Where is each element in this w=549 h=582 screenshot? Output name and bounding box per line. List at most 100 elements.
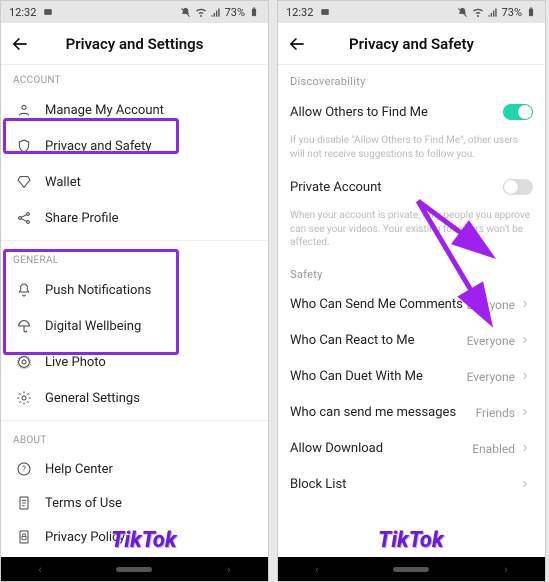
wifi-icon (472, 6, 484, 18)
row-label: Help Center (45, 462, 256, 477)
row-label: Privacy and Safety (45, 139, 256, 154)
row-label: Push Notifications (45, 283, 256, 298)
statusbar: 12:32 73% (278, 1, 545, 23)
row-label: Terms of Use (45, 496, 256, 511)
svg-text:?: ? (22, 465, 26, 474)
status-time: 12:32 (9, 6, 36, 19)
doc-icon (13, 492, 35, 514)
row-label: Manage My Account (45, 103, 256, 118)
row-manage-account[interactable]: Manage My Account (1, 92, 268, 128)
privacy-list[interactable]: Discoverability Allow Others to Find Me … (278, 65, 545, 557)
section-header-safety: Safety (278, 258, 545, 287)
nav-back-icon[interactable]: ‹ (315, 563, 318, 576)
share-icon (13, 207, 35, 229)
nav-recent-icon[interactable]: › (227, 563, 230, 576)
signal-icon (210, 6, 222, 18)
android-navbar: ‹ › (1, 557, 268, 581)
umbrella-icon (13, 315, 35, 337)
row-download[interactable]: Allow Download Enabled (278, 431, 545, 467)
row-privacy-safety[interactable]: Privacy and Safety (1, 128, 268, 164)
battery-pct: 73% (502, 6, 522, 19)
header: Privacy and Safety (278, 23, 545, 65)
statusbar: 12:32 73% (1, 1, 268, 23)
settings-list[interactable]: ACCOUNT Manage My Account Privacy and Sa… (1, 65, 268, 557)
page-title: Privacy and Safety (349, 35, 474, 53)
row-blocklist[interactable]: Block List (278, 467, 545, 503)
battery-icon (525, 6, 537, 18)
row-allow-find[interactable]: Allow Others to Find Me (278, 94, 545, 130)
chevron-right-icon (519, 298, 533, 312)
toggle-allow-find[interactable] (503, 104, 533, 120)
person-icon (13, 99, 35, 121)
section-header-general: GENERAL (1, 245, 268, 272)
row-value: Everyone (467, 370, 515, 384)
row-push-notifications[interactable]: Push Notifications (1, 272, 268, 308)
image-icon (319, 6, 331, 18)
battery-icon (248, 6, 260, 18)
divider (1, 240, 268, 241)
nav-recent-icon[interactable]: › (504, 563, 507, 576)
back-button[interactable] (286, 33, 308, 55)
screenshot-right: 12:32 73% Privacy and Safety Discoverabi… (277, 0, 546, 582)
divider (1, 420, 268, 421)
row-general-settings[interactable]: General Settings (1, 380, 268, 416)
shield-icon (13, 135, 35, 157)
row-value: Friends (476, 406, 515, 420)
row-label: Private Account (290, 180, 503, 195)
row-label: Allow Download (290, 441, 472, 456)
row-privacy-policy[interactable]: Privacy Policy (1, 520, 268, 554)
nav-home-icon[interactable] (393, 567, 429, 572)
status-time: 12:32 (286, 6, 313, 19)
section-header-about: ABOUT (1, 425, 268, 452)
aperture-icon (13, 351, 35, 373)
signal-icon (487, 6, 499, 18)
row-label: Live Photo (45, 355, 256, 370)
row-live-photo[interactable]: Live Photo (1, 344, 268, 380)
section-header-account: ACCOUNT (1, 65, 268, 92)
chevron-right-icon (519, 442, 533, 456)
row-label: Share Profile (45, 211, 256, 226)
nav-home-icon[interactable] (116, 567, 152, 572)
lockdoc-icon (13, 526, 35, 548)
toggle-private[interactable] (503, 179, 533, 195)
dnd-icon (180, 6, 192, 18)
row-duet[interactable]: Who Can Duet With Me Everyone (278, 359, 545, 395)
chevron-right-icon (519, 406, 533, 420)
nav-back-icon[interactable]: ‹ (38, 563, 41, 576)
header: Privacy and Settings (1, 23, 268, 65)
section-header-discover: Discoverability (278, 65, 545, 94)
row-messages[interactable]: Who can send me messages Friends (278, 395, 545, 431)
hint-private: When your account is private, only peopl… (278, 205, 545, 258)
row-label: General Settings (45, 391, 256, 406)
image-icon (42, 6, 54, 18)
hint-allow-find: If you disable "Allow Others to Find Me"… (278, 130, 545, 169)
row-label: Wallet (45, 175, 256, 190)
battery-pct: 73% (225, 6, 245, 19)
row-label: Allow Others to Find Me (290, 105, 503, 120)
row-comments[interactable]: Who Can Send Me Comments Everyone (278, 287, 545, 323)
row-private-account[interactable]: Private Account (278, 169, 545, 205)
dnd-icon (457, 6, 469, 18)
row-label: Who Can React to Me (290, 333, 467, 348)
help-icon: ? (13, 458, 35, 480)
row-wallet[interactable]: Wallet (1, 164, 268, 200)
row-share-profile[interactable]: Share Profile (1, 200, 268, 236)
wifi-icon (195, 6, 207, 18)
row-label: Who Can Duet With Me (290, 369, 467, 384)
row-terms[interactable]: Terms of Use (1, 486, 268, 520)
row-value: Enabled (472, 442, 515, 456)
chevron-right-icon (519, 370, 533, 384)
row-help-center[interactable]: ? Help Center (1, 452, 268, 486)
row-label: Digital Wellbeing (45, 319, 256, 334)
row-digital-wellbeing[interactable]: Digital Wellbeing (1, 308, 268, 344)
chevron-right-icon (519, 334, 533, 348)
back-button[interactable] (9, 33, 31, 55)
bell-icon (13, 279, 35, 301)
diamond-icon (13, 171, 35, 193)
row-label: Privacy Policy (45, 530, 256, 545)
page-title: Privacy and Settings (66, 35, 204, 53)
android-navbar: ‹ › (278, 557, 545, 581)
chevron-right-icon (519, 478, 533, 492)
row-label: Who Can Send Me Comments (290, 297, 467, 312)
row-react[interactable]: Who Can React to Me Everyone (278, 323, 545, 359)
